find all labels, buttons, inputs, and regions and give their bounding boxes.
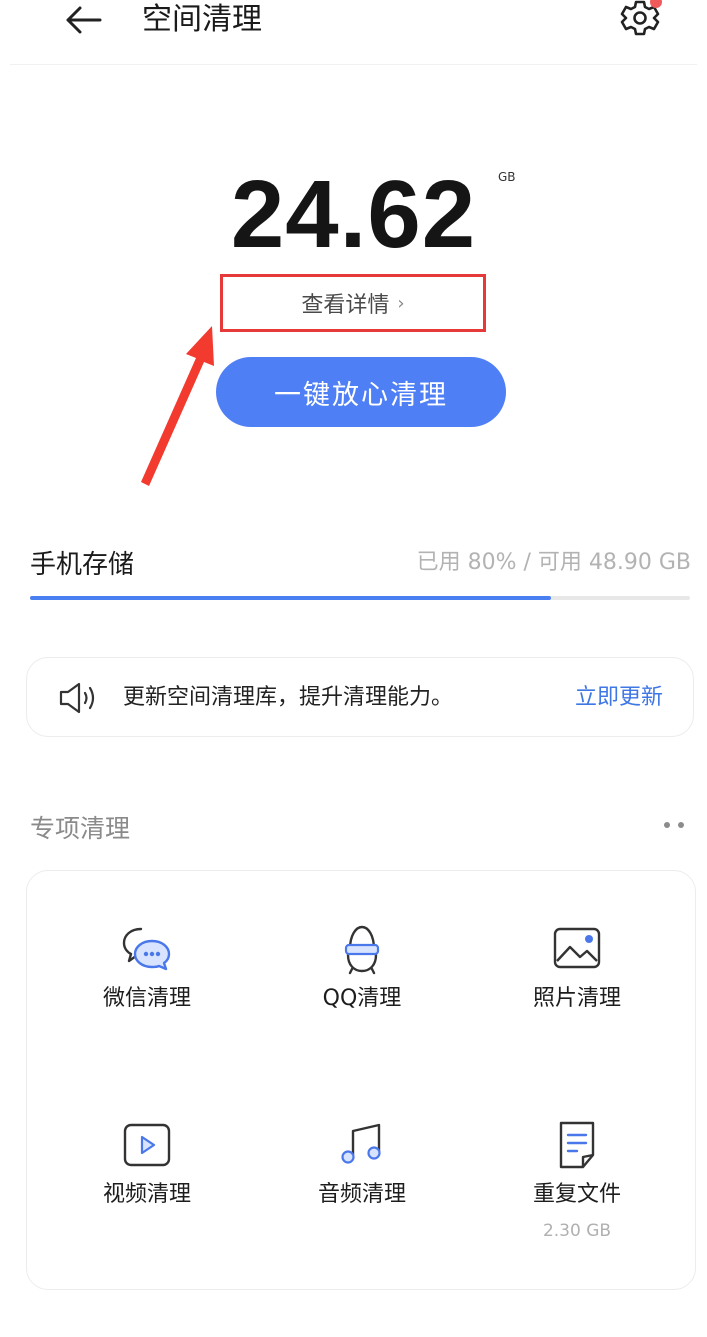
photo-icon <box>553 927 601 969</box>
photo-clean-label: 照片清理 <box>532 986 621 1011</box>
qq-clean-label: QQ清理 <box>322 986 402 1011</box>
qq-icon <box>344 925 380 975</box>
wechat-clean-tile[interactable]: 微信清理 <box>47 923 247 1093</box>
video-clean-label: 视频清理 <box>102 1182 191 1207</box>
speaker-icon <box>59 682 95 714</box>
audio-clean-tile[interactable]: 音频清理 <box>262 1119 462 1289</box>
special-cleaning-title: 专项清理 <box>30 814 131 843</box>
page-title: 空间清理 <box>142 2 262 37</box>
video-icon <box>123 1123 171 1167</box>
storage-progress-fill <box>30 596 552 600</box>
photo-clean-tile[interactable]: 照片清理 <box>477 923 677 1093</box>
junk-size-unit: GB <box>498 170 516 184</box>
document-icon <box>559 1121 595 1169</box>
junk-size-value: 24.62 <box>230 161 477 268</box>
one-click-clean-button[interactable]: 一键放心清理 <box>216 357 506 427</box>
chevron-right-icon: › <box>397 292 405 314</box>
wechat-clean-label: 微信清理 <box>102 986 191 1011</box>
storage-progress-bar <box>30 596 690 600</box>
duplicate-files-tile[interactable]: 重复文件 2.30 GB <box>477 1119 677 1289</box>
header-divider <box>10 64 697 65</box>
duplicate-files-size: 2.30 GB <box>542 1221 612 1241</box>
back-button[interactable] <box>56 0 108 40</box>
music-icon <box>341 1123 381 1164</box>
phone-storage-label: 手机存储 <box>30 550 135 580</box>
special-cleaning-grid: 微信清理 QQ清理 照片清理 视频清理 音频清理 重复文件 2.30 GB <box>26 870 696 1290</box>
back-arrow-icon <box>66 6 102 34</box>
more-dots-icon[interactable] <box>662 818 690 832</box>
duplicate-files-label: 重复文件 <box>532 1182 621 1207</box>
qq-clean-tile[interactable]: QQ清理 <box>262 923 462 1093</box>
update-now-link[interactable]: 立即更新 <box>575 681 663 715</box>
update-notice-card: 更新空间清理库，提升清理能力。 立即更新 <box>26 657 694 737</box>
view-details-label: 查看详情 <box>301 293 390 318</box>
view-details-link[interactable]: 查看详情 › <box>220 274 486 332</box>
wechat-icon <box>122 927 171 971</box>
phone-storage-stats: 已用 80% / 可用 48.90 GB <box>416 550 691 575</box>
audio-clean-label: 音频清理 <box>317 1182 406 1207</box>
update-notice-text: 更新空间清理库，提升清理能力。 <box>123 685 454 710</box>
video-clean-tile[interactable]: 视频清理 <box>47 1119 247 1289</box>
